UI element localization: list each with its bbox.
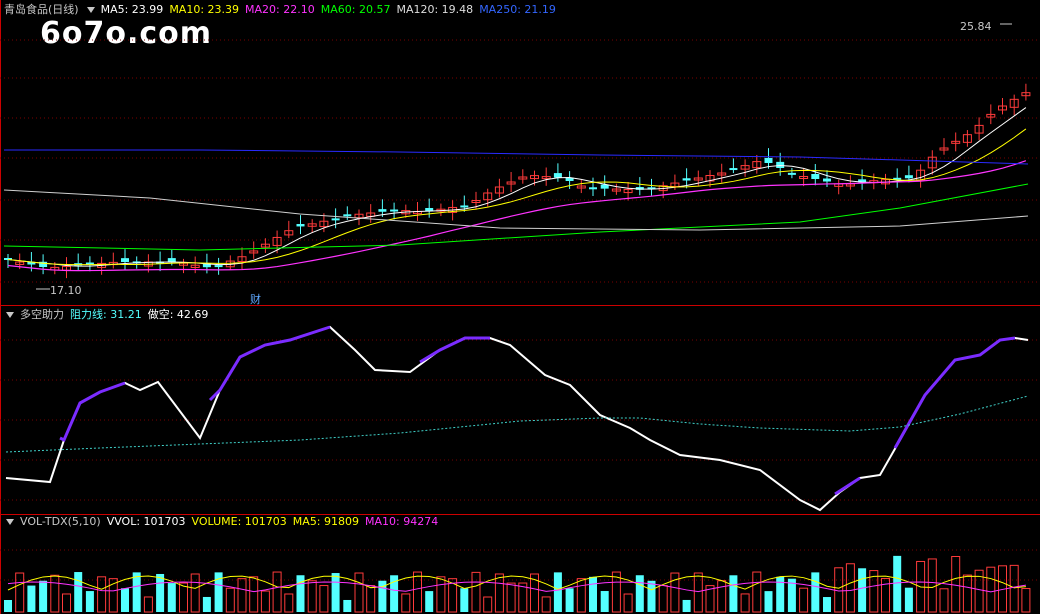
low-price-label: 17.10	[50, 284, 82, 297]
indicator-name: 多空助力	[20, 308, 64, 321]
ma20-label: MA20: 22.10	[245, 3, 315, 16]
ma250-label: MA250: 21.19	[479, 3, 556, 16]
ma10-label: MA10: 23.39	[169, 3, 240, 16]
indicator-header: 多空助力 阻力线: 31.21 做空: 42.69	[4, 307, 214, 323]
dropdown-icon[interactable]	[86, 6, 95, 13]
indicator-panel[interactable]: 多空助力 阻力线: 31.21 做空: 42.69	[0, 306, 1040, 514]
volume-header: VOL-TDX(5,10) VVOL: 101703 VOLUME: 101703 M…	[4, 514, 444, 530]
ma5-label: MA5: 23.99	[100, 3, 164, 16]
stock-title: 青岛食品(日线)	[4, 3, 79, 16]
high-price-label: 25.84	[960, 20, 992, 33]
watermark-logo: 6o7o.com	[40, 16, 213, 51]
vol-ma5-label: MA5: 91809	[292, 515, 360, 528]
price-panel[interactable]: 青岛食品(日线) MA5: 23.99 MA10: 23.39 MA20: 22.10…	[0, 0, 1040, 307]
resistance-label: 阻力线: 31.21	[70, 308, 142, 321]
dropdown-icon[interactable]	[6, 311, 14, 318]
short-label: 做空: 42.69	[147, 308, 209, 321]
vol-ma10-label: MA10: 94274	[365, 515, 439, 528]
volume-name: VOL-TDX(5,10)	[20, 515, 101, 528]
finance-marker[interactable]: 财	[250, 291, 261, 307]
volume-label: VOLUME: 101703	[191, 515, 287, 528]
vvol-label: VVOL: 101703	[106, 515, 186, 528]
ma60-label: MA60: 20.57	[320, 3, 391, 16]
dropdown-icon[interactable]	[6, 518, 14, 525]
volume-panel[interactable]: VOL-TDX(5,10) VVOL: 101703 VOLUME: 101703 M…	[0, 514, 1040, 614]
ma120-label: MA120: 19.48	[396, 3, 474, 16]
